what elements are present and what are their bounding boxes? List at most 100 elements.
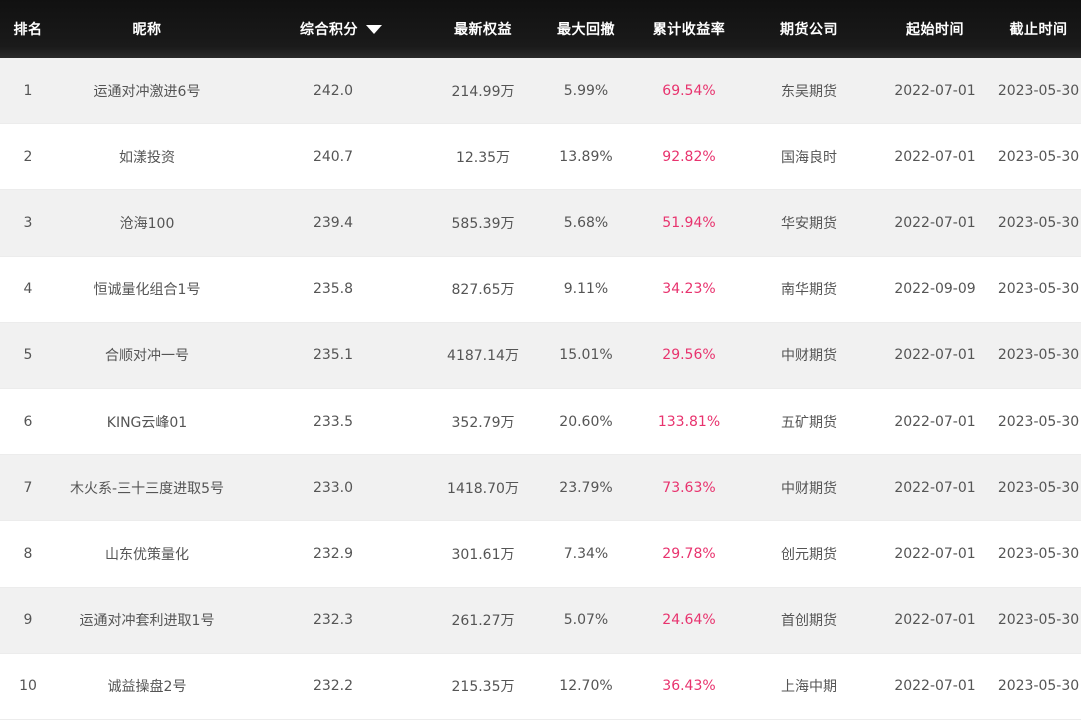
score-cell: 242.0: [312, 82, 354, 99]
table-row[interactable]: 4 恒诚量化组合1号 235.8 827.65万 9.11% 34.23% 南华期货 2022…: [0, 256, 1081, 323]
end-date-cell: 2023-05-30: [997, 612, 1080, 629]
name-label: 运通对冲激进6号: [93, 83, 201, 100]
return-cell: 69.54%: [662, 82, 716, 99]
score-cell: 239.4: [312, 214, 354, 231]
name-cell[interactable]: 如漾投资: [56, 124, 238, 189]
table-row[interactable]: 6 KING云峰01 233.5 352.79万 20.60% 133.81% 五矿期货 20…: [0, 388, 1081, 456]
equity-cell: 352.79万: [451, 414, 515, 431]
rank-cell: 5: [23, 347, 33, 364]
return-cell: 36.43%: [662, 678, 716, 695]
rank-cell: 3: [23, 214, 33, 231]
name-cell[interactable]: 山东优策量化: [56, 521, 238, 586]
return-cell: 133.81%: [657, 413, 721, 430]
equity-cell: 585.39万: [451, 215, 515, 232]
equity-cell: 4187.14万: [447, 348, 519, 365]
start-date-cell: 2022-07-01: [894, 479, 976, 496]
return-cell: 24.64%: [662, 612, 716, 629]
table-row[interactable]: 7 木火系-三十三度进取5号 233.0 1418.70万 23.79% 73.63% 中财…: [0, 455, 1081, 522]
equity-cell: 215.35万: [451, 679, 515, 696]
header-start[interactable]: 起始时间: [874, 19, 996, 39]
score-cell: 235.1: [312, 347, 354, 364]
company-cell: 东吴期货: [781, 83, 837, 100]
return-cell: 29.78%: [662, 545, 716, 562]
score-cell: 232.2: [312, 678, 354, 695]
name-cell[interactable]: 运通对冲套利进取1号: [56, 587, 238, 653]
drawdown-cell: 5.68%: [563, 214, 609, 231]
header-drawdown[interactable]: 最大回撤: [538, 19, 634, 39]
drawdown-cell: 7.34%: [563, 545, 609, 562]
score-cell: 233.0: [312, 479, 354, 496]
name-cell[interactable]: 运通对冲激进6号: [56, 58, 238, 124]
score-cell: 240.7: [312, 148, 354, 165]
equity-cell: 827.65万: [451, 282, 515, 299]
header-rank[interactable]: 排名: [0, 19, 56, 39]
rank-cell: 1: [23, 82, 33, 99]
name-cell[interactable]: 诚益操盘2号: [56, 654, 238, 719]
header-company[interactable]: 期货公司: [744, 19, 874, 39]
end-date-cell: 2023-05-30: [997, 545, 1080, 562]
drawdown-cell: 23.79%: [559, 479, 613, 496]
company-cell: 中财期货: [781, 348, 837, 365]
end-date-cell: 2023-05-30: [997, 347, 1080, 364]
equity-cell: 1418.70万: [447, 480, 519, 497]
name-cell[interactable]: 木火系-三十三度进取5号: [56, 455, 238, 521]
drawdown-cell: 5.07%: [563, 612, 609, 629]
start-date-cell: 2022-07-01: [894, 148, 976, 165]
rank-cell: 6: [23, 413, 33, 430]
name-label: 沧海100: [119, 215, 175, 232]
name-label: 诚益操盘2号: [107, 679, 187, 696]
score-cell: 233.5: [312, 413, 354, 430]
start-date-cell: 2022-07-01: [894, 678, 976, 695]
name-label: KING云峰01: [106, 414, 188, 431]
table-row[interactable]: 5 合顺对冲一号 235.1 4187.14万 15.01% 29.56% 中财期货 2022…: [0, 322, 1081, 389]
name-cell[interactable]: KING云峰01: [56, 389, 238, 454]
company-cell: 上海中期: [781, 679, 837, 696]
table-row[interactable]: 3 沧海100 239.4 585.39万 5.68% 51.94% 华安期货 2022-07…: [0, 190, 1081, 257]
equity-cell: 301.61万: [451, 546, 515, 563]
equity-cell: 261.27万: [451, 613, 515, 630]
drawdown-cell: 13.89%: [559, 148, 613, 165]
header-end[interactable]: 截止时间: [996, 19, 1081, 39]
return-cell: 29.56%: [662, 347, 716, 364]
header-score-sort[interactable]: 综合积分: [238, 19, 428, 39]
equity-cell: 12.35万: [455, 149, 511, 166]
drawdown-cell: 5.99%: [563, 82, 609, 99]
name-cell[interactable]: 沧海100: [56, 190, 238, 256]
company-cell: 首创期货: [781, 613, 837, 630]
rank-cell: 8: [23, 545, 33, 562]
table-row[interactable]: 2 如漾投资 240.7 12.35万 13.89% 92.82% 国海良时 2022-07-…: [0, 124, 1081, 191]
table-header: 排名 昵称 综合积分 最新权益 最大回撤 累计收益率 期货公司 起始时间 截止时…: [0, 0, 1081, 58]
end-date-cell: 2023-05-30: [997, 82, 1080, 99]
table-row[interactable]: 9 运通对冲套利进取1号 232.3 261.27万 5.07% 24.64% 首创期货 20…: [0, 587, 1081, 654]
name-label: 山东优策量化: [105, 546, 189, 563]
name-cell[interactable]: 恒诚量化组合1号: [56, 257, 238, 322]
company-cell: 南华期货: [781, 282, 837, 299]
score-cell: 235.8: [312, 281, 354, 298]
drawdown-cell: 12.70%: [559, 678, 613, 695]
rank-cell: 10: [19, 678, 37, 695]
table-body: 1 运通对冲激进6号 242.0 214.99万 5.99% 69.54% 东吴期货 2022…: [0, 58, 1081, 720]
name-label: 运通对冲套利进取1号: [79, 613, 215, 630]
header-score-label: 综合积分: [300, 22, 358, 38]
rank-cell: 4: [23, 281, 33, 298]
table-row[interactable]: 10 诚益操盘2号 232.2 215.35万 12.70% 36.43% 上海中期 2022…: [0, 653, 1081, 720]
header-name[interactable]: 昵称: [56, 0, 238, 58]
table-row[interactable]: 8 山东优策量化 232.9 301.61万 7.34% 29.78% 创元期货 2022-0…: [0, 521, 1081, 588]
equity-cell: 214.99万: [451, 83, 515, 100]
name-label: 合顺对冲一号: [105, 348, 189, 365]
name-cell[interactable]: 合顺对冲一号: [56, 322, 238, 388]
start-date-cell: 2022-09-09: [894, 281, 976, 298]
sort-desc-icon[interactable]: [366, 24, 382, 34]
drawdown-cell: 20.60%: [559, 413, 613, 430]
company-cell: 中财期货: [781, 480, 837, 497]
rank-cell: 7: [23, 479, 33, 496]
header-equity[interactable]: 最新权益: [428, 19, 538, 39]
table-row[interactable]: 1 运通对冲激进6号 242.0 214.99万 5.99% 69.54% 东吴期货 2022…: [0, 58, 1081, 125]
end-date-cell: 2023-05-30: [997, 678, 1080, 695]
start-date-cell: 2022-07-01: [894, 545, 976, 562]
header-return[interactable]: 累计收益率: [634, 19, 744, 39]
return-cell: 73.63%: [662, 479, 716, 496]
start-date-cell: 2022-07-01: [894, 214, 976, 231]
start-date-cell: 2022-07-01: [894, 347, 976, 364]
score-cell: 232.3: [312, 612, 354, 629]
